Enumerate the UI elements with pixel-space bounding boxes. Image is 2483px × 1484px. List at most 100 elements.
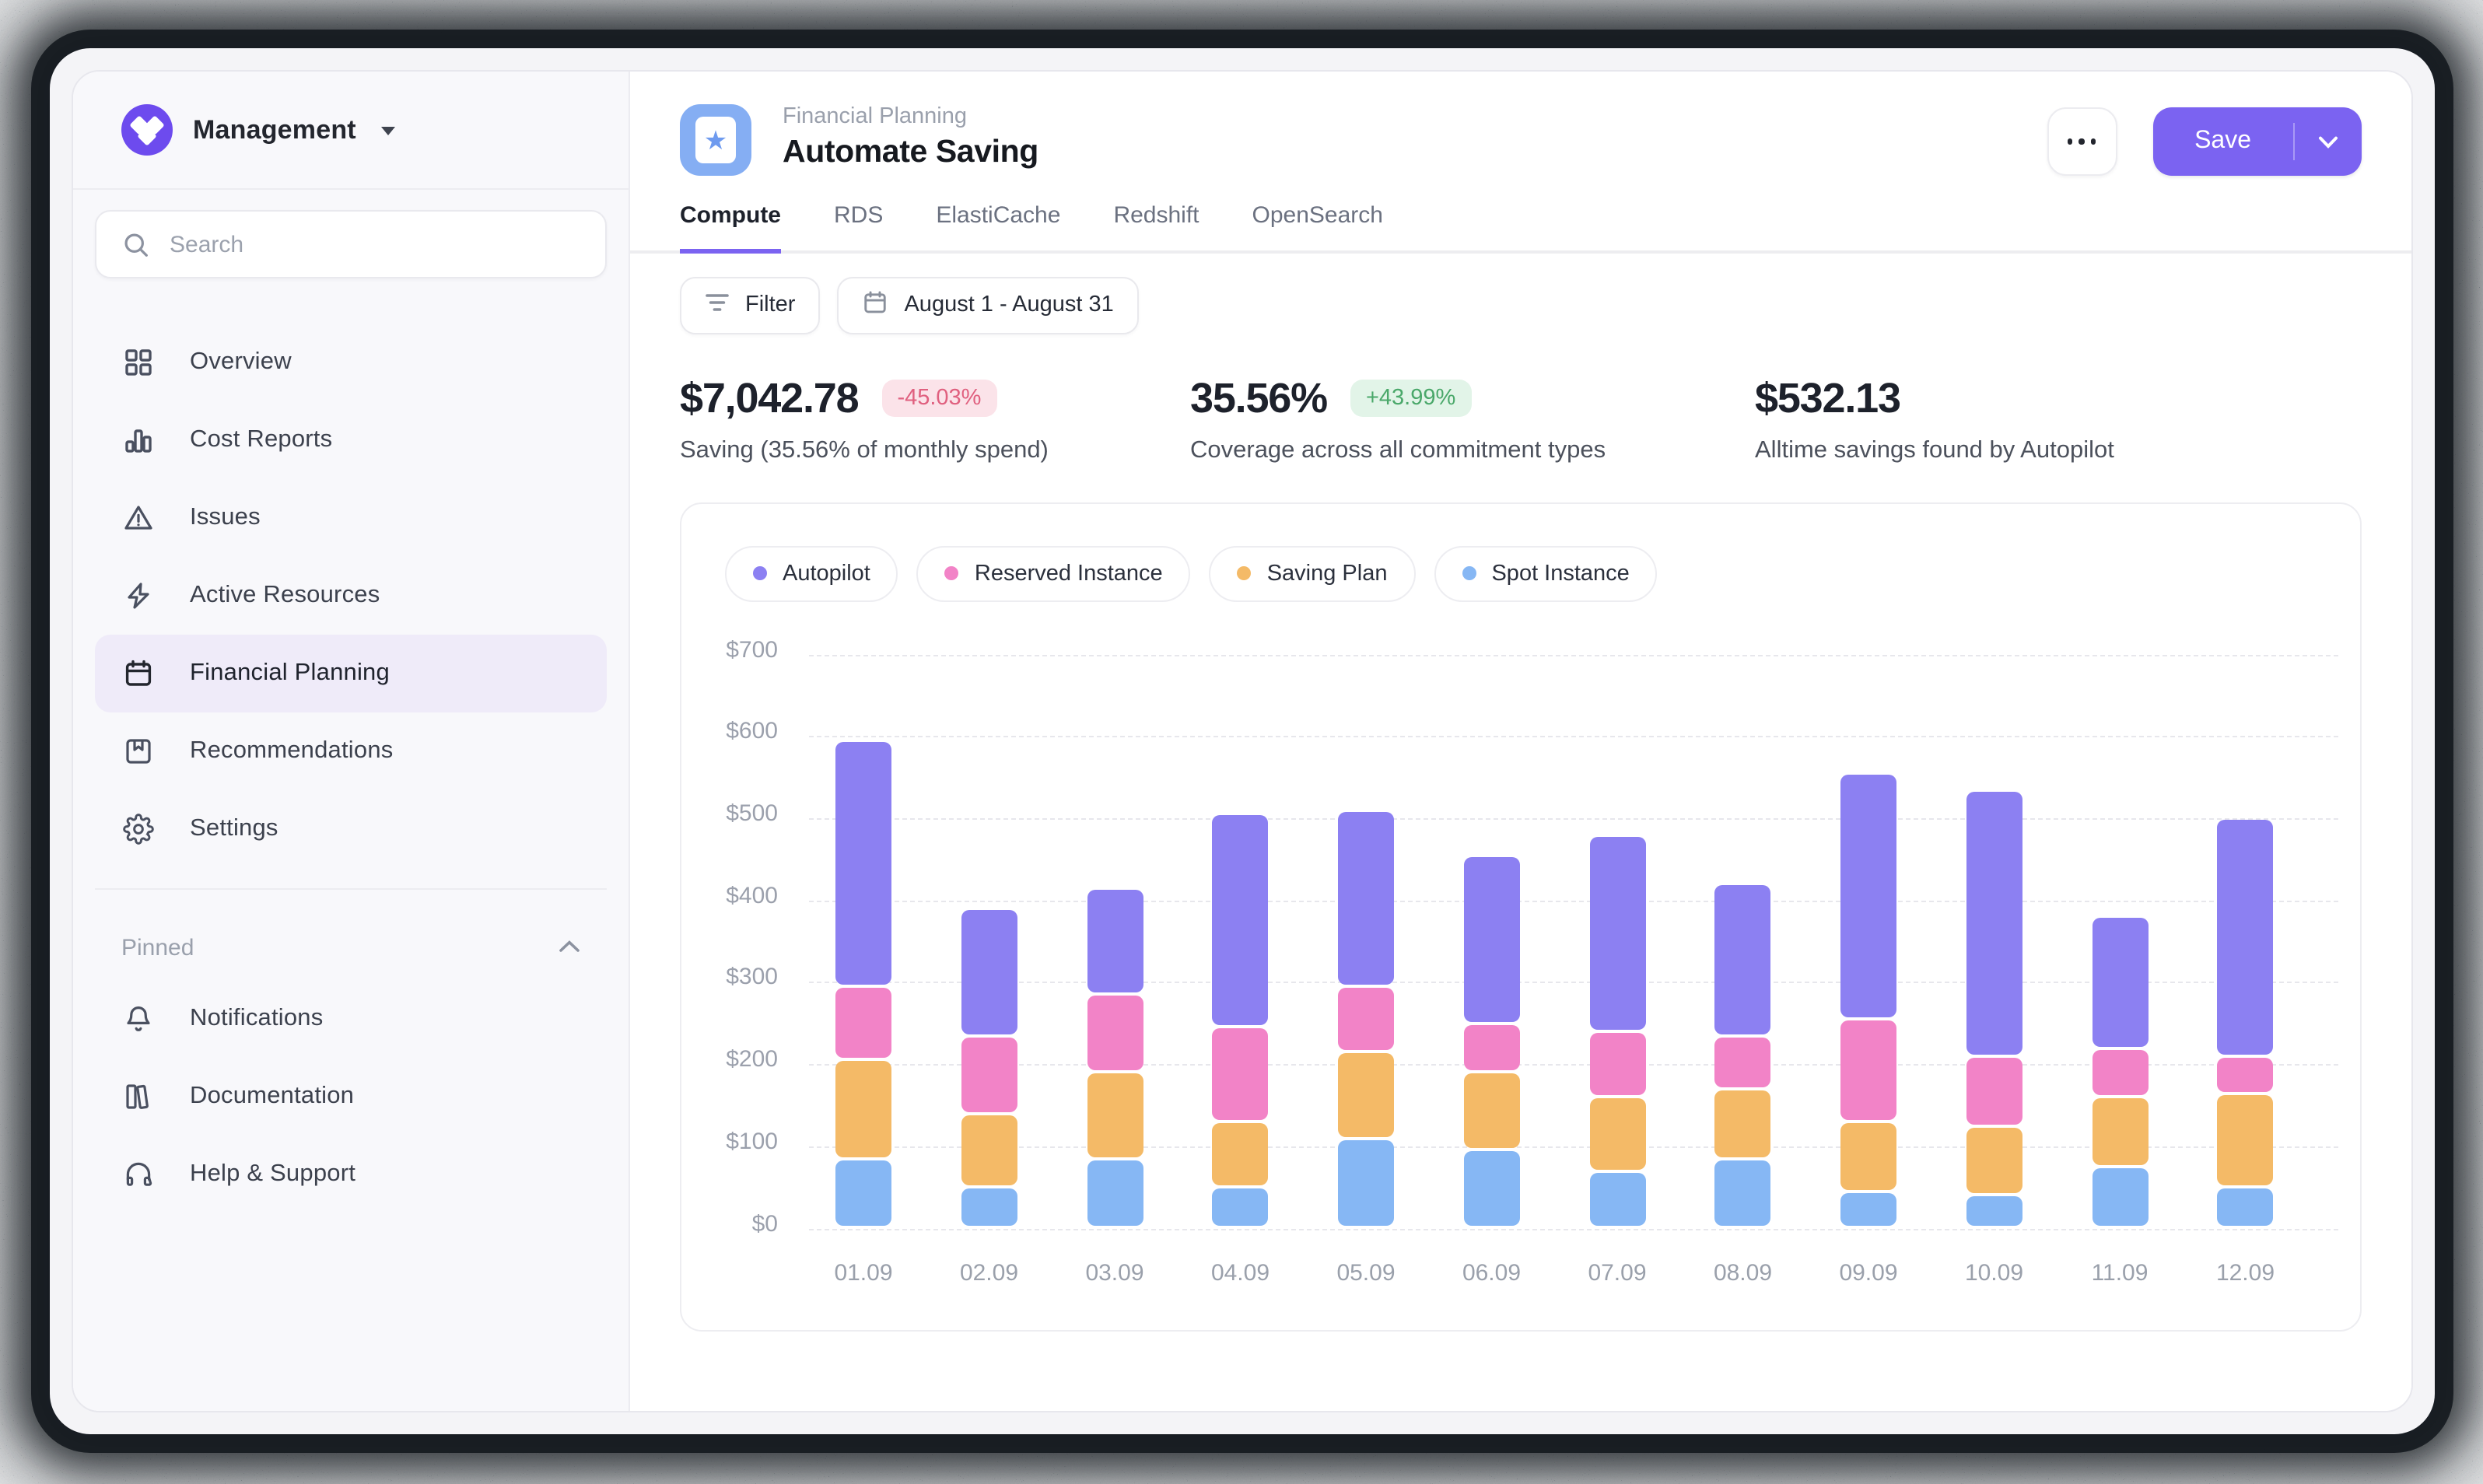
bar-segment-spot-instance[interactable] (1213, 1188, 1269, 1227)
bar-segment-spot-instance[interactable] (1087, 1160, 1143, 1227)
save-button[interactable]: Save (2152, 107, 2293, 176)
x-axis-label: 09.09 (1803, 1259, 1934, 1286)
bar-segment-reserved-instance[interactable] (1589, 1033, 1645, 1095)
legend-chip-autopilot[interactable]: Autopilot (725, 545, 898, 601)
sidebar: Management Search (73, 72, 630, 1411)
bar-segment-spot-instance[interactable] (1966, 1197, 2022, 1227)
bar-segment-autopilot[interactable] (1464, 856, 1520, 1021)
sidebar-item-documentation[interactable]: Documentation (95, 1058, 607, 1136)
bar-segment-autopilot[interactable] (1589, 836, 1645, 1030)
date-range-button[interactable]: August 1 - August 31 (837, 276, 1138, 334)
bar-segment-reserved-instance[interactable] (2092, 1049, 2148, 1095)
bar-segment-saving-plan[interactable] (835, 1062, 891, 1157)
bar-segment-autopilot[interactable] (1840, 775, 1896, 1017)
bar-segment-autopilot[interactable] (961, 910, 1017, 1034)
sidebar-item-label: Help & Support (190, 1160, 355, 1188)
bar-segment-spot-instance[interactable] (2092, 1168, 2148, 1227)
page-title: Automate Saving (783, 134, 1038, 171)
bar-segment-saving-plan[interactable] (2218, 1094, 2274, 1185)
bar-segment-spot-instance[interactable] (835, 1160, 891, 1227)
bar-segment-saving-plan[interactable] (2092, 1098, 2148, 1165)
gridline (809, 818, 2338, 820)
tab-opensearch[interactable]: OpenSearch (1252, 202, 1383, 253)
tab-elasticache[interactable]: ElastiCache (936, 202, 1060, 253)
x-axis-label: 11.09 (2054, 1259, 2185, 1286)
bar-segment-saving-plan[interactable] (1213, 1123, 1269, 1185)
y-axis-label: $500 (681, 800, 778, 827)
bar-segment-autopilot[interactable] (835, 742, 891, 985)
bar-segment-spot-instance[interactable] (1464, 1152, 1520, 1227)
bar-segment-spot-instance[interactable] (1338, 1139, 1394, 1227)
save-dropdown-button[interactable] (2295, 107, 2362, 176)
bar-segment-reserved-instance[interactable] (1715, 1037, 1771, 1087)
bar-segment-reserved-instance[interactable] (1213, 1029, 1269, 1120)
tab-rds[interactable]: RDS (834, 202, 883, 253)
workspace-switcher[interactable]: Management (73, 72, 629, 188)
legend-dot (1238, 566, 1252, 580)
calendar-icon (121, 657, 154, 690)
bar-segment-saving-plan[interactable] (1715, 1090, 1771, 1157)
filter-button[interactable]: Filter (680, 276, 820, 334)
sidebar-item-notifications[interactable]: Notifications (95, 980, 607, 1058)
sidebar-item-active-resources[interactable]: Active Resources (95, 557, 607, 635)
bar-segment-saving-plan[interactable] (1464, 1074, 1520, 1149)
sidebar-item-overview[interactable]: Overview (95, 324, 607, 401)
bar-segment-reserved-instance[interactable] (835, 988, 891, 1059)
bar-segment-spot-instance[interactable] (2218, 1188, 2274, 1227)
tab-redshift[interactable]: Redshift (1113, 202, 1199, 253)
x-axis-label: 04.09 (1175, 1259, 1306, 1286)
bar-segment-autopilot[interactable] (1213, 816, 1269, 1026)
y-axis-label: $200 (681, 1046, 778, 1073)
legend-chip-saving-plan[interactable]: Saving Plan (1210, 545, 1416, 601)
bar-segment-autopilot[interactable] (1715, 885, 1771, 1034)
search-placeholder: Search (170, 231, 243, 257)
bar-segment-saving-plan[interactable] (961, 1115, 1017, 1185)
bar-segment-spot-instance[interactable] (961, 1188, 1017, 1227)
bar-segment-spot-instance[interactable] (1589, 1172, 1645, 1227)
sidebar-item-settings[interactable]: Settings (95, 790, 607, 868)
books-icon (121, 1080, 154, 1113)
bar-segment-spot-instance[interactable] (1715, 1160, 1771, 1227)
bar-segment-reserved-instance[interactable] (1966, 1058, 2022, 1125)
sidebar-item-help-support[interactable]: Help & Support (95, 1136, 607, 1213)
search-input[interactable]: Search (95, 210, 607, 278)
legend-chip-spot-instance[interactable]: Spot Instance (1434, 545, 1657, 601)
legend-label: Spot Instance (1491, 561, 1629, 586)
bar-segment-autopilot[interactable] (2218, 820, 2274, 1055)
bar-segment-reserved-instance[interactable] (1087, 996, 1143, 1071)
tab-compute[interactable]: Compute (680, 202, 781, 254)
bar-segment-autopilot[interactable] (1087, 890, 1143, 993)
bar-segment-saving-plan[interactable] (1087, 1074, 1143, 1157)
sidebar-item-financial-planning[interactable]: Financial Planning (95, 635, 607, 712)
bar-segment-reserved-instance[interactable] (1464, 1025, 1520, 1071)
app-panel: Management Search (72, 70, 2413, 1412)
save-split-button[interactable]: Save (2152, 107, 2362, 176)
bar-segment-reserved-instance[interactable] (2218, 1058, 2274, 1091)
sidebar-item-recommendations[interactable]: Recommendations (95, 712, 607, 790)
gridline (809, 1228, 2338, 1230)
stat-saving: $7,042.78 -45.03% Saving (35.56% of mont… (680, 374, 1190, 464)
bar-segment-saving-plan[interactable] (1966, 1127, 2022, 1194)
brand-logo (121, 104, 173, 156)
bar-segment-saving-plan[interactable] (1589, 1098, 1645, 1169)
bar-segment-spot-instance[interactable] (1840, 1193, 1896, 1227)
bar-segment-autopilot[interactable] (1338, 811, 1394, 985)
sidebar-nav: Overview Cost Reports (95, 324, 607, 868)
bar-segment-reserved-instance[interactable] (1840, 1020, 1896, 1120)
dashboard-grid-icon (121, 346, 154, 379)
legend-dot (1462, 566, 1476, 580)
pinned-section-toggle[interactable]: Pinned (95, 910, 607, 977)
bar-segment-saving-plan[interactable] (1338, 1053, 1394, 1136)
bar-segment-saving-plan[interactable] (1840, 1123, 1896, 1190)
sidebar-item-cost-reports[interactable]: Cost Reports (95, 401, 607, 479)
more-options-button[interactable] (2047, 107, 2117, 176)
bar-segment-autopilot[interactable] (1966, 791, 2022, 1055)
bar-segment-reserved-instance[interactable] (1338, 988, 1394, 1050)
bar-segment-reserved-instance[interactable] (961, 1037, 1017, 1111)
sidebar-item-issues[interactable]: Issues (95, 479, 607, 557)
y-axis-label: $400 (681, 882, 778, 908)
bar-segment-autopilot[interactable] (2092, 918, 2148, 1046)
legend-chip-reserved-instance[interactable]: Reserved Instance (917, 545, 1191, 601)
page-icon: ★ (680, 104, 751, 176)
y-axis-label: $0 (681, 1210, 778, 1237)
